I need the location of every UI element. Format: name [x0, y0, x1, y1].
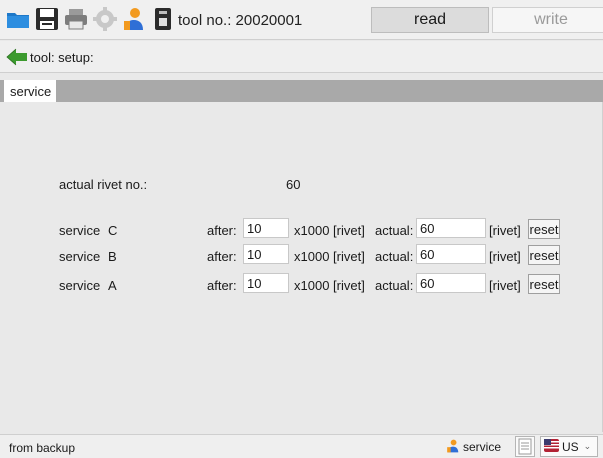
service-a-reset-button[interactable]: reset [528, 274, 560, 294]
back-arrow-icon[interactable] [6, 46, 28, 68]
after-unit: x1000 [rivet] [294, 223, 365, 238]
breadcrumb-bar: tool: setup: [0, 41, 603, 73]
folder-icon[interactable] [6, 7, 30, 31]
after-unit: x1000 [rivet] [294, 249, 365, 264]
after-label: after: [207, 249, 237, 264]
locale-label: US [562, 439, 579, 454]
service-name: service [59, 278, 101, 293]
actual-unit: [rivet] [489, 278, 521, 293]
service-b-actual-input[interactable] [416, 244, 486, 264]
actual-rivet-label: actual rivet no.: [59, 177, 148, 192]
service-letter: A [108, 278, 117, 293]
us-flag-icon [544, 438, 559, 455]
service-c-after-input[interactable] [243, 218, 289, 238]
service-name: service [59, 249, 101, 264]
actual-unit: [rivet] [489, 249, 521, 264]
write-button[interactable]: write [492, 7, 603, 33]
service-b-after-input[interactable] [243, 244, 289, 264]
actual-unit: [rivet] [489, 223, 521, 238]
chevron-down-icon: ⌄ [583, 441, 592, 451]
read-button[interactable]: read [371, 7, 489, 33]
service-c-reset-button[interactable]: reset [528, 219, 560, 239]
backup-status: from backup [9, 441, 76, 455]
after-label: after: [207, 223, 237, 238]
service-letter: B [108, 249, 117, 264]
after-label: after: [207, 278, 237, 293]
service-name: service [59, 223, 101, 238]
service-panel: actual rivet no.: 60 service C after: x1… [4, 102, 603, 432]
service-status[interactable]: service [446, 439, 501, 455]
service-a-after-input[interactable] [243, 273, 289, 293]
device-usb-icon[interactable] [151, 7, 175, 31]
service-letter: C [108, 223, 118, 238]
after-unit: x1000 [rivet] [294, 278, 365, 293]
locale-select[interactable]: US ⌄ [540, 436, 598, 457]
tab-strip: service [0, 80, 603, 102]
document-icon[interactable] [515, 436, 535, 457]
actual-label: actual: [375, 249, 414, 264]
settings-gear-icon[interactable] [93, 7, 117, 31]
breadcrumb: tool: setup: [30, 50, 94, 65]
status-bar: from backup service US ⌄ [0, 434, 603, 458]
service-b-reset-button[interactable]: reset [528, 245, 560, 265]
service-user-icon[interactable] [122, 7, 146, 31]
actual-label: actual: [375, 223, 414, 238]
service-status-label: service [463, 440, 502, 454]
service-a-actual-input[interactable] [416, 273, 486, 293]
printer-icon[interactable] [64, 7, 88, 31]
tab-service[interactable]: service [4, 80, 56, 102]
actual-rivet-value: 60 [286, 177, 301, 192]
tool-number-label: tool no.: 20020001 [178, 12, 303, 29]
actual-label: actual: [375, 278, 414, 293]
toolbar: tool no.: 20020001 read write [0, 0, 603, 40]
save-icon[interactable] [35, 7, 59, 31]
service-user-icon [446, 439, 460, 456]
service-c-actual-input[interactable] [416, 218, 486, 238]
